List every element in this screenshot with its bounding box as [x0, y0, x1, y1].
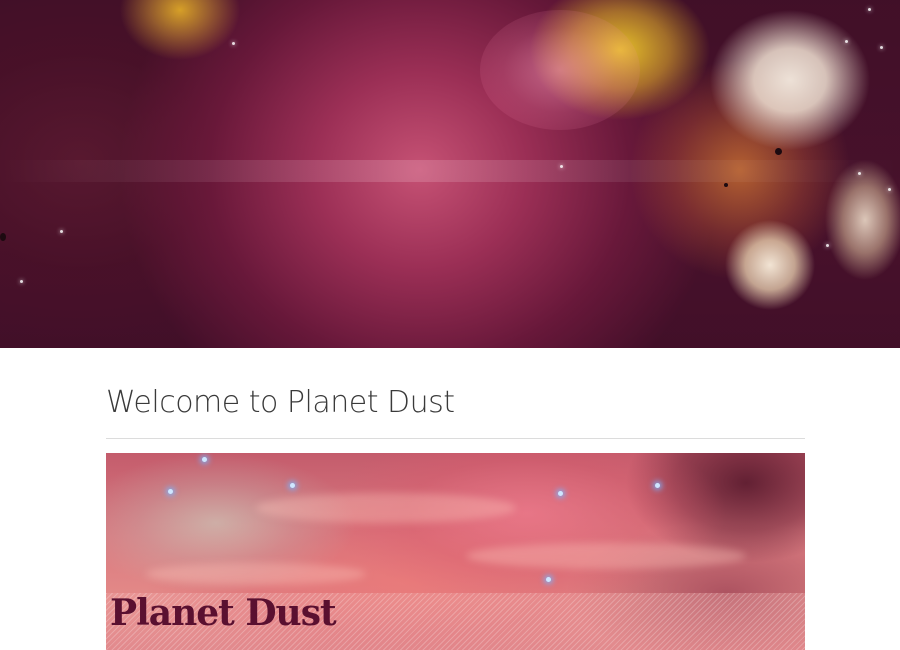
- star: [826, 244, 829, 247]
- nebula-cloud: [256, 493, 516, 523]
- blue-star: [655, 483, 660, 488]
- page: Welcome to Planet Dust Planet Dust: [0, 0, 900, 650]
- hero-banner-image: [0, 0, 900, 348]
- star: [20, 280, 23, 283]
- star: [888, 188, 891, 191]
- dust-particle: [0, 233, 6, 241]
- dust-particle: [775, 148, 782, 155]
- site-logo-text: Planet Dust: [110, 592, 337, 634]
- star: [880, 46, 883, 49]
- blue-star: [546, 577, 551, 582]
- blue-star: [168, 489, 173, 494]
- star: [560, 165, 563, 168]
- title-divider: [106, 438, 805, 439]
- blue-star: [290, 483, 295, 488]
- star: [868, 8, 871, 11]
- page-title: Welcome to Planet Dust: [106, 385, 455, 420]
- hero-glow: [480, 10, 640, 130]
- main-content: Welcome to Planet Dust Planet Dust: [106, 348, 805, 650]
- blue-star: [202, 457, 207, 462]
- star: [845, 40, 848, 43]
- nebula-cloud: [466, 543, 746, 569]
- star: [60, 230, 63, 233]
- hero-light-streak: [0, 160, 900, 182]
- dust-particle: [724, 183, 728, 187]
- nebula-cloud: [146, 563, 366, 585]
- feature-banner-image: Planet Dust: [106, 453, 805, 650]
- star: [232, 42, 235, 45]
- blue-star: [558, 491, 563, 496]
- star: [858, 172, 861, 175]
